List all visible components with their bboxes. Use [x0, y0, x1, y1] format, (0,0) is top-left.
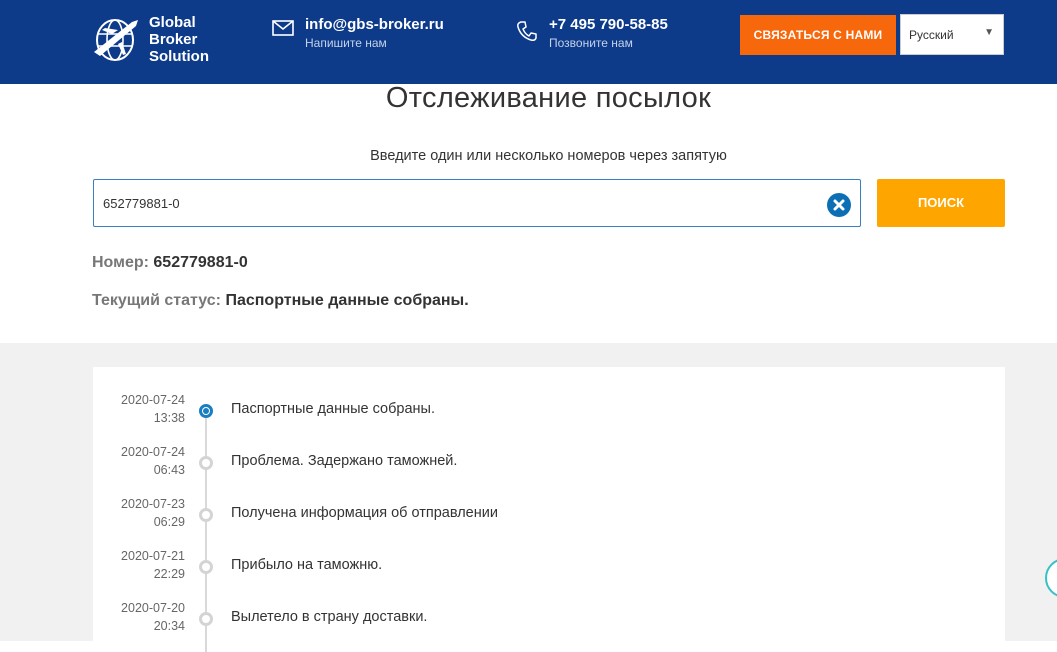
globe-airplane-icon	[94, 19, 138, 61]
phone-link[interactable]: +7 495 790-58-85	[549, 16, 668, 33]
timeline-item: 2020-07-24 06:43 Проблема. Задержано там…	[93, 443, 993, 493]
timeline-item: 2020-07-24 13:38 Паспортные данные собра…	[93, 391, 993, 441]
contact-phone[interactable]: +7 495 790-58-85 Позвоните нам	[516, 16, 716, 56]
chevron-down-icon: ▼	[984, 27, 994, 38]
timeline-event: Проблема. Задержано таможней.	[231, 453, 458, 469]
current-status-row: Текущий статус: Паспортные данные собран…	[92, 292, 469, 310]
search-hint: Введите один или несколько номеров через…	[370, 148, 727, 164]
timeline-date: 2020-07-20	[121, 601, 185, 615]
timeline-time: 06:29	[153, 515, 185, 529]
logo-line: Global	[149, 14, 196, 31]
phone-caption: Позвоните нам	[549, 36, 633, 50]
envelope-icon	[272, 20, 294, 36]
language-value: Русский	[909, 28, 954, 42]
status-value: Паспортные данные собраны.	[225, 292, 469, 309]
timeline-datetime: 2020-07-24 06:43	[93, 443, 185, 479]
timeline-datetime: 2020-07-23 06:29	[93, 495, 185, 531]
timeline-card: 2020-07-24 13:38 Паспортные данные собра…	[93, 367, 1005, 652]
timeline-date: 2020-07-24	[121, 393, 185, 407]
timeline-event: Паспортные данные собраны.	[231, 401, 435, 417]
tracking-number-row: Номер: 652779881-0	[92, 254, 248, 272]
timeline-date: 2020-07-24	[121, 445, 185, 459]
timeline-event: Получена информация об отправлении	[231, 505, 498, 521]
number-value: 652779881-0	[153, 254, 248, 271]
timeline-time: 20:34	[153, 619, 185, 633]
timeline-dot	[199, 612, 213, 626]
contact-us-button[interactable]: СВЯЗАТЬСЯ С НАМИ	[740, 15, 896, 55]
timeline-date: 2020-07-23	[121, 497, 185, 511]
tracking-number-input[interactable]	[103, 180, 823, 226]
timeline-item: 2020-07-21 22:29 Прибыло на таможню.	[93, 547, 993, 597]
email-caption: Напишите нам	[305, 36, 387, 50]
timeline-datetime: 2020-07-24 13:38	[93, 391, 185, 427]
timeline-time: 22:29	[153, 567, 185, 581]
logo-line: Solution	[149, 48, 209, 65]
number-label: Номер:	[92, 254, 149, 271]
email-link[interactable]: info@gbs-broker.ru	[305, 16, 444, 33]
status-label: Текущий статус:	[92, 292, 221, 309]
phone-icon	[517, 21, 537, 41]
page-title: Отслеживание посылок	[385, 82, 712, 114]
timeline-dot-active	[199, 404, 213, 418]
timeline-dot	[199, 508, 213, 522]
timeline-event: Прибыло на таможню.	[231, 557, 383, 573]
search-button[interactable]: ПОИСК	[877, 179, 1005, 227]
clear-input-button[interactable]	[827, 193, 851, 217]
timeline-item: 2020-07-20 20:34 Вылетело в страну доста…	[93, 599, 993, 649]
timeline-datetime: 2020-07-21 22:29	[93, 547, 185, 583]
clear-x-icon	[833, 199, 845, 211]
contact-email[interactable]: info@gbs-broker.ru Напишите нам	[272, 16, 472, 56]
timeline-item: 2020-07-23 06:29 Получена информация об …	[93, 495, 993, 545]
language-select[interactable]: Русский ▼	[900, 14, 1004, 55]
timeline-time: 13:38	[153, 411, 185, 425]
timeline-dot	[199, 456, 213, 470]
tracking-input-wrapper	[93, 179, 861, 227]
logo-line: Broker	[149, 31, 198, 48]
timeline-date: 2020-07-21	[121, 549, 185, 563]
logo-text: Global Broker Solution	[149, 14, 209, 65]
timeline-datetime: 2020-07-20 20:34	[93, 599, 185, 635]
timeline-time: 06:43	[153, 463, 185, 477]
site-logo[interactable]: Global Broker Solution	[92, 12, 232, 68]
timeline-dot	[199, 560, 213, 574]
site-header: Global Broker Solution info@gbs-broker.r…	[0, 0, 1057, 84]
timeline-event: Вылетело в страну доставки.	[231, 609, 428, 625]
